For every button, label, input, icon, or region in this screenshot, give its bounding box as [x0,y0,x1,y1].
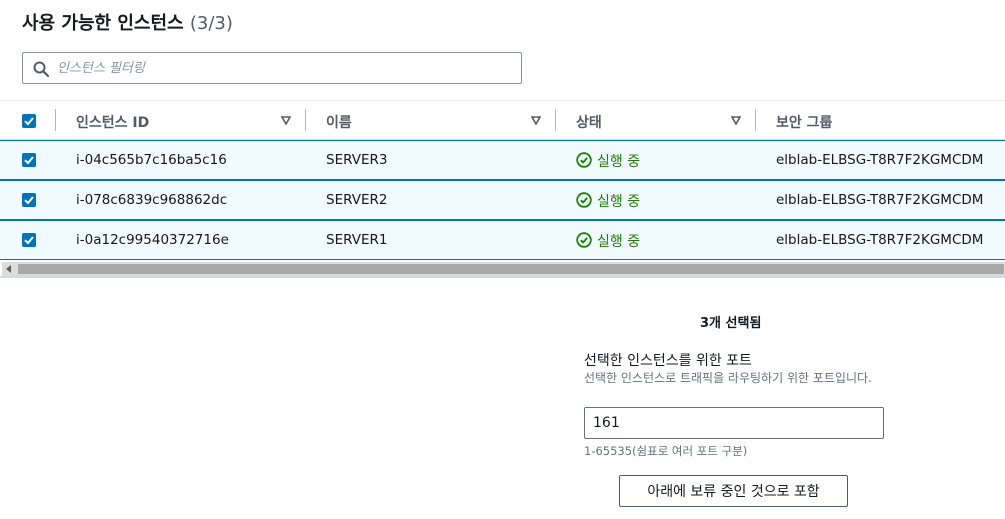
check-icon [24,236,34,245]
check-circle-icon [576,192,592,208]
selected-count: 3개 선택됨 [700,316,762,331]
section-divider [0,276,1005,278]
scroll-left-icon[interactable] [6,265,11,273]
security-group-cell: elblab-ELBSG-T8R7F2KGMCDM [776,192,984,208]
instance-name-cell: SERVER3 [326,152,388,168]
instance-name-cell: SERVER1 [326,232,388,248]
check-circle-icon [576,152,592,168]
row-checkbox[interactable] [22,233,36,247]
port-input[interactable] [584,407,884,439]
instance-id-cell: i-04c565b7c16ba5c16 [76,152,227,168]
table-row[interactable]: i-078c6839c968862dc SERVER2 실행 중 elblab-… [0,180,1005,220]
horizontal-scrollbar[interactable] [2,262,1005,276]
scrollbar-thumb[interactable] [18,264,1004,274]
sort-caret-icon[interactable] [731,116,741,125]
instance-status-cell: 실행 중 [597,194,641,210]
include-as-pending-button[interactable]: 아래에 보류 중인 것으로 포함 [619,475,848,507]
column-divider[interactable] [305,109,306,131]
port-label: 선택한 인스턴스를 위한 포트 [584,353,752,369]
column-header-status[interactable]: 상태 [576,112,602,132]
port-description: 선택한 인스턴스로 트래픽을 라우팅하기 위한 포트입니다. [584,371,872,385]
port-hint: 1-65535(쉼표로 여러 포트 구분) [584,444,748,458]
row-checkbox[interactable] [22,193,36,207]
row-checkbox[interactable] [22,153,36,167]
table-header: 인스턴스 ID 이름 상태 보안 그룹 [0,100,1005,140]
column-header-name[interactable]: 이름 [326,112,352,132]
instance-filter-search[interactable] [22,52,522,84]
search-input[interactable] [57,53,512,83]
table-row[interactable]: i-0a12c99540372716e SERVER1 실행 중 elblab-… [0,220,1005,260]
column-header-instance-id[interactable]: 인스턴스 ID [76,112,149,132]
security-group-cell: elblab-ELBSG-T8R7F2KGMCDM [776,152,984,168]
check-circle-icon [576,232,592,248]
check-icon [24,117,34,126]
instance-status-cell: 실행 중 [597,154,641,170]
instance-status-cell: 실행 중 [597,234,641,250]
panel-title-text: 사용 가능한 인스턴스 [22,13,184,34]
sort-caret-icon[interactable] [281,116,291,125]
column-divider[interactable] [755,109,756,131]
instance-id-cell: i-078c6839c968862dc [76,192,228,208]
column-header-security-group[interactable]: 보안 그룹 [776,112,832,132]
column-divider[interactable] [555,109,556,131]
column-divider [55,109,56,131]
instance-name-cell: SERVER2 [326,192,388,208]
instance-id-cell: i-0a12c99540372716e [76,232,229,248]
check-icon [24,156,34,165]
check-icon [24,196,34,205]
table-row[interactable]: i-04c565b7c16ba5c16 SERVER3 실행 중 elblab-… [0,140,1005,180]
select-all-checkbox[interactable] [22,114,36,128]
sort-caret-icon[interactable] [531,116,541,125]
instance-count: (3/3) [189,13,233,34]
search-icon [33,61,49,77]
security-group-cell: elblab-ELBSG-T8R7F2KGMCDM [776,232,984,248]
panel-title: 사용 가능한 인스턴스 (3/3) [22,9,233,35]
